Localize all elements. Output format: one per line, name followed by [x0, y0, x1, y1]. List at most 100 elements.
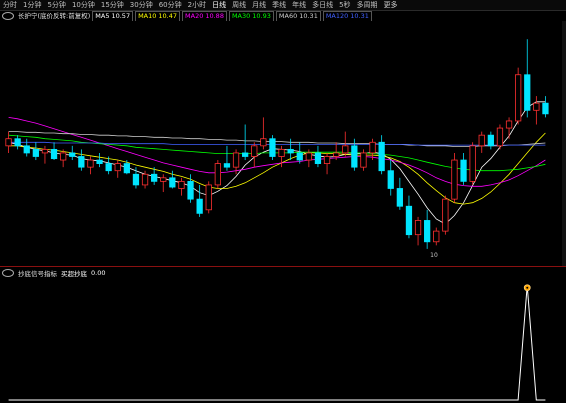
ma-legend-ma30: MA30 10.93 — [228, 11, 274, 21]
candle-body — [50, 148, 58, 160]
candle-body — [141, 173, 149, 186]
tab-1[interactable]: 1分钟 — [20, 0, 44, 10]
ma-legend-label: MA120 — [325, 11, 349, 20]
candle-body — [232, 152, 240, 168]
candle-body — [160, 177, 167, 182]
candle-body — [323, 156, 331, 165]
candle-body — [451, 159, 458, 200]
candle-body — [524, 74, 531, 111]
main-price-chart[interactable]: 10 — [0, 21, 562, 266]
period-tab-bar: 分时 1分钟 5分钟 10分钟 15分钟 30分钟 60分钟 2小时 日线 周线 月线 季线 年线 多日线… — [0, 0, 566, 11]
ma-legend: 长护宁(底价反转:前复权) MA5 10.57 MA10 10.47 MA20 10.88… — [0, 11, 566, 21]
tab-8[interactable]: 日线 — [209, 0, 229, 10]
candle-body — [360, 152, 367, 168]
candle-body — [305, 152, 312, 161]
indicator-title: 抄底信号指标 — [18, 270, 57, 278]
candle-body — [424, 220, 431, 243]
candle-body — [505, 120, 513, 129]
candle-body — [32, 148, 39, 157]
candle-body — [351, 145, 358, 168]
candle-body — [132, 173, 140, 186]
tab-16[interactable]: 更多 — [381, 0, 401, 10]
candle-body — [169, 177, 176, 188]
tab-11[interactable]: 季线 — [269, 0, 289, 10]
candle-body — [515, 74, 522, 122]
ma-legend-ma20: MA20 10.88 — [182, 11, 227, 21]
candle-body — [533, 102, 540, 111]
settings-gear-icon[interactable] — [2, 12, 14, 20]
tab-4[interactable]: 15分钟 — [98, 0, 127, 10]
candle-body — [387, 170, 394, 189]
candle-body — [242, 152, 249, 157]
tab-15[interactable]: 多周期 — [354, 0, 381, 10]
tab-12[interactable]: 年线 — [289, 0, 309, 10]
indicator-line — [8, 285, 546, 401]
ma-legend-label: MA60 — [278, 11, 298, 20]
chart-title: 长护宁(底价反转:前复权) — [18, 11, 91, 20]
right-scrollbar[interactable] — [562, 21, 566, 266]
candle-body — [378, 141, 385, 172]
candle-body — [478, 134, 485, 147]
ma-legend-value: 10.93 — [252, 11, 271, 20]
ma-legend-value: 10.88 — [205, 11, 224, 20]
candle-body — [87, 159, 94, 168]
candle-body — [260, 138, 267, 147]
ma-legend-value: 10.47 — [158, 11, 178, 20]
candle-body — [314, 152, 322, 164]
candle-body — [69, 152, 76, 157]
tab-10[interactable]: 月线 — [249, 0, 269, 10]
ma-legend-label: MA10 — [138, 11, 157, 20]
candle-body — [414, 220, 422, 236]
candle-body — [187, 180, 194, 200]
panel-divider — [0, 266, 566, 267]
ma-legend-ma120: MA120 10.31 — [322, 11, 372, 21]
candle-body — [287, 148, 294, 154]
tab-6[interactable]: 60分钟 — [156, 0, 185, 10]
tab-7[interactable]: 2小时 — [185, 0, 209, 10]
candle-body — [105, 163, 112, 172]
tab-2[interactable]: 5分钟 — [44, 0, 68, 10]
candle-body — [60, 152, 67, 161]
tab-13[interactable]: 多日线 — [309, 0, 336, 10]
ma-legend-label: MA20 — [185, 11, 204, 20]
candle-body — [41, 148, 49, 154]
candle-body — [433, 230, 440, 243]
ma-legend-ma10: MA10 10.47 — [135, 11, 181, 21]
candle-body — [178, 180, 185, 189]
tab-0[interactable]: 分时 — [0, 0, 20, 10]
ma-legend-items: MA5 10.57 MA10 10.47 MA20 10.88 MA30 10.93 MA60 1… — [92, 11, 374, 21]
low-price-label: 10 — [430, 252, 438, 259]
candle-body — [223, 163, 231, 168]
candle-body — [396, 188, 403, 207]
candle-body — [96, 159, 103, 165]
tab-3[interactable]: 10分钟 — [69, 0, 98, 10]
tab-14[interactable]: 5秒 — [336, 0, 353, 10]
ma-legend-ma5: MA5 10.57 — [92, 11, 134, 21]
candle-body — [251, 145, 258, 157]
candle-body — [405, 205, 413, 236]
indicator-chart[interactable] — [0, 278, 566, 403]
candle-body — [196, 198, 203, 214]
ma-legend-ma60: MA60 10.31 — [275, 11, 321, 21]
candle-body — [296, 152, 303, 161]
candle-body — [205, 184, 212, 211]
ma-line-ma120 — [8, 141, 546, 146]
tab-5[interactable]: 30分钟 — [127, 0, 156, 10]
candle-body — [5, 138, 12, 147]
candle-body — [278, 148, 285, 157]
indicator-value: 0.00 — [91, 269, 106, 277]
tab-9[interactable]: 周线 — [229, 0, 249, 10]
indicator-label: 买超抄底 — [61, 270, 87, 278]
ma-legend-value: 10.31 — [350, 11, 369, 20]
candle-body — [114, 163, 121, 172]
candle-body — [442, 198, 449, 232]
candle-body — [542, 102, 549, 115]
candle-body — [214, 163, 221, 186]
candle-body — [14, 138, 21, 147]
indicator-settings-icon[interactable] — [2, 269, 14, 277]
candle-body — [123, 163, 130, 174]
candle-body — [496, 127, 504, 147]
ma-legend-label: MA5 — [95, 11, 110, 20]
ma-legend-value: 10.31 — [299, 11, 318, 20]
candle-body — [342, 145, 349, 154]
